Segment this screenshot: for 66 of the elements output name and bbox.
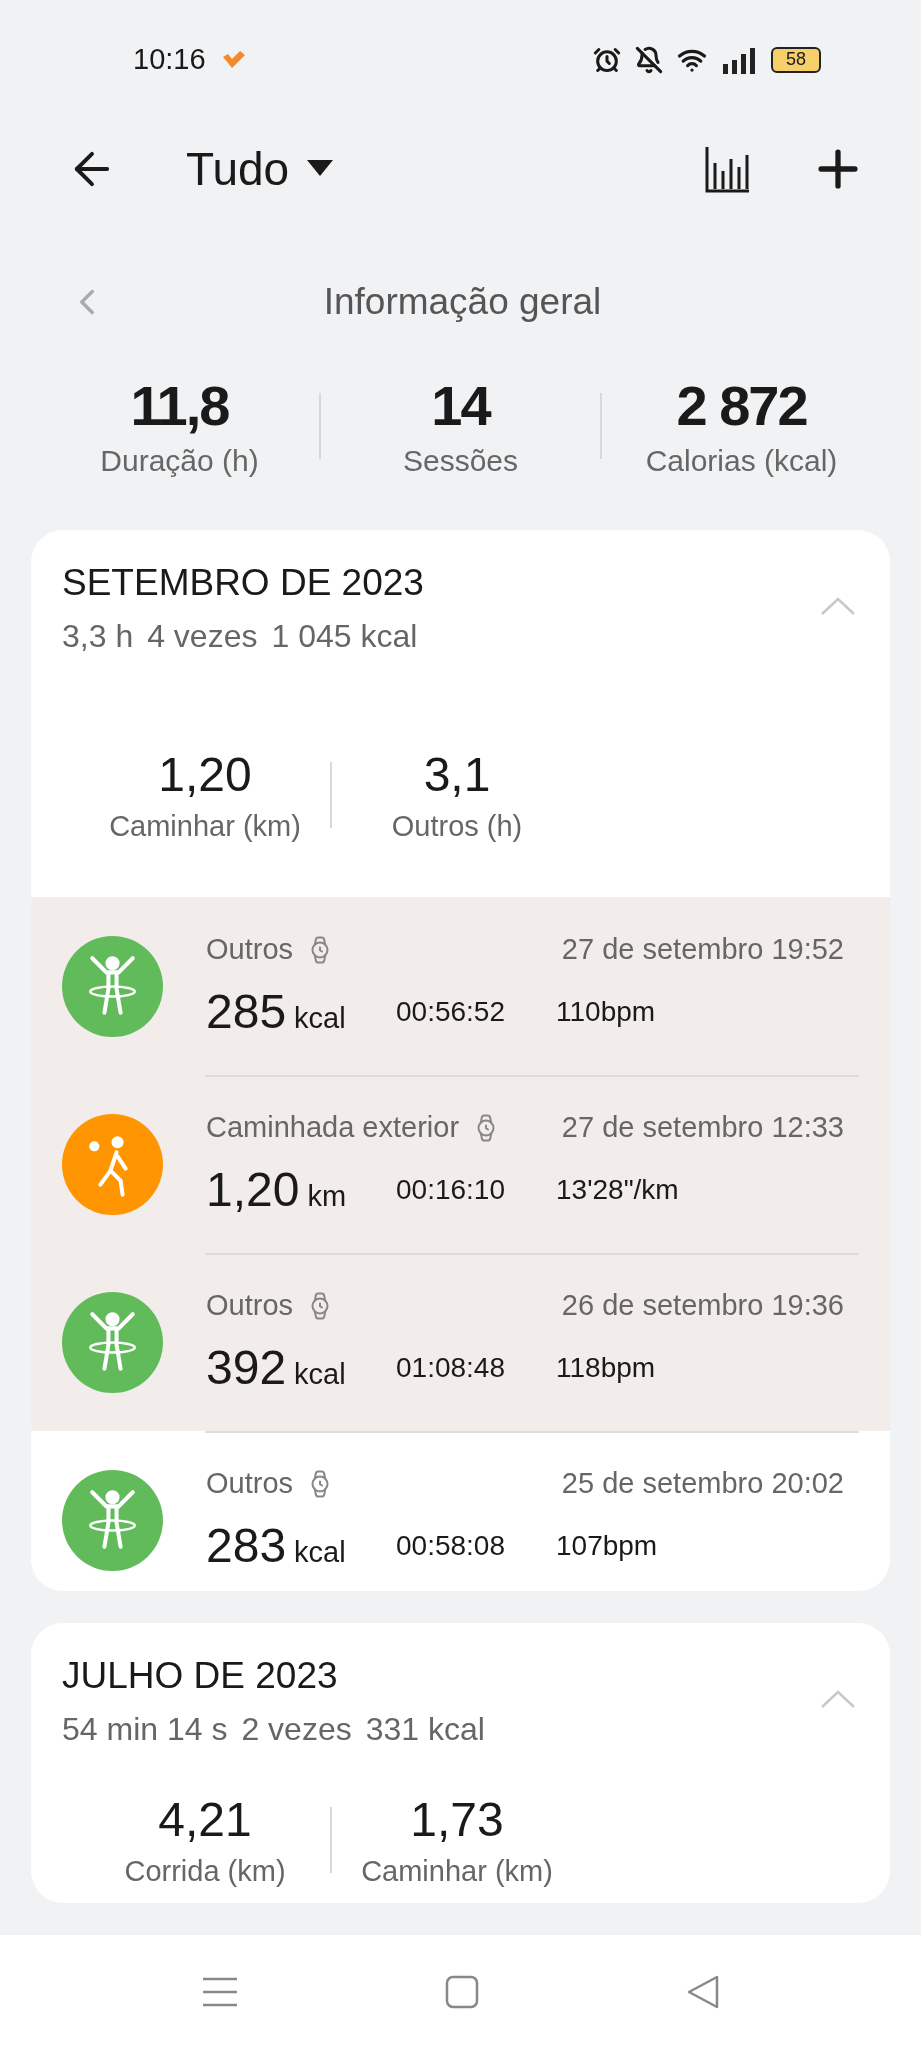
workout-value: 1,20 — [206, 1162, 300, 1218]
summary-item: 3,3 h — [62, 618, 134, 656]
workout-duration: 00:56:52 — [396, 995, 506, 1028]
workout-metric: 110bpm — [556, 995, 656, 1028]
stat-value: 11,8 — [130, 373, 229, 439]
stat-label: Caminhar (km) — [109, 810, 301, 844]
stat-label: Corrida (km) — [124, 1854, 286, 1888]
workout-date: 25 de setembro 20:02 — [561, 1467, 844, 1501]
chevron-up-icon — [820, 596, 856, 617]
workout-unit: kcal — [294, 1002, 346, 1036]
stat-value: 3,1 — [423, 747, 491, 803]
month-title: SETEMBRO DE 2023 — [62, 562, 425, 605]
workout-name: Outros — [206, 933, 294, 967]
menu-icon — [202, 1976, 237, 2007]
stat-label: Sessões — [402, 444, 519, 479]
workout-unit: kcal — [294, 1358, 346, 1392]
overview-title: Informação geral — [322, 280, 603, 323]
summary-item: 331 kcal — [365, 1710, 485, 1748]
exercise-figure-icon — [62, 1291, 163, 1393]
stat-label: Calorias (kcal) — [645, 444, 838, 479]
walking-figure-icon — [62, 1113, 163, 1215]
workout-duration: 00:58:08 — [396, 1529, 506, 1562]
stat-label: Caminhar (km) — [361, 1854, 553, 1888]
stat-value: 14 — [431, 373, 490, 439]
workout-row[interactable]: Caminhada exterior 27 de setembro 12:33 1,20 km 00:16:10 13'28"/km — [31, 1075, 890, 1254]
workout-row[interactable]: Outros 26 de setembro 19:36 392 kcal 01:08:48 118bpm — [31, 1253, 890, 1432]
workout-value: 392 — [206, 1340, 287, 1396]
workout-metric: 118bpm — [556, 1351, 656, 1384]
workout-name: Outros — [206, 1467, 294, 1501]
workout-metric: 107bpm — [556, 1529, 658, 1562]
battery-level: 58 — [771, 46, 821, 73]
stat-value: 1,73 — [410, 1791, 504, 1847]
exercise-figure-icon — [62, 935, 163, 1037]
stat-value: 1,20 — [158, 747, 252, 803]
summary-item: 54 min 14 s — [62, 1710, 228, 1748]
alarm-icon — [593, 45, 621, 74]
workout-duration: 00:16:10 — [396, 1173, 506, 1206]
workout-date: 27 de setembro 19:52 — [561, 933, 844, 967]
signal-icon — [721, 45, 757, 74]
summary-item: 4 vezes — [147, 618, 258, 656]
square-icon — [444, 1974, 479, 2009]
workout-name: Caminhada exterior — [206, 1111, 460, 1145]
stat-label: Outros (h) — [391, 810, 523, 844]
workout-unit: kcal — [294, 1536, 346, 1570]
workout-date: 27 de setembro 12:33 — [561, 1111, 844, 1145]
workout-date: 26 de setembro 19:36 — [561, 1289, 844, 1323]
workout-value: 283 — [206, 1518, 287, 1574]
bar-chart-icon — [703, 145, 751, 194]
clock-time: 10:16 — [133, 43, 206, 77]
workout-duration: 01:08:48 — [396, 1351, 506, 1384]
summary-item: 2 vezes — [241, 1710, 352, 1748]
filter-dropdown[interactable]: Tudo — [186, 142, 334, 197]
stat-value: 2 872 — [676, 373, 807, 439]
summary-item: 1 045 kcal — [271, 618, 418, 656]
exercise-figure-icon — [62, 1469, 163, 1571]
workout-row[interactable]: Outros 27 de setembro 19:52 285 kcal 00:56:52 110bpm — [31, 897, 890, 1076]
workout-name: Outros — [206, 1289, 294, 1323]
month-title: JULHO DE 2023 — [62, 1654, 339, 1697]
stat-label: Duração (h) — [100, 444, 259, 479]
stat-value: 4,21 — [158, 1791, 252, 1847]
workout-value: 285 — [206, 984, 287, 1040]
triangle-icon — [686, 1974, 719, 2009]
bell-off-icon — [635, 45, 663, 74]
workout-metric: 13'28"/km — [556, 1173, 679, 1206]
workout-unit: km — [307, 1180, 347, 1214]
chevron-up-icon — [820, 1688, 856, 1709]
